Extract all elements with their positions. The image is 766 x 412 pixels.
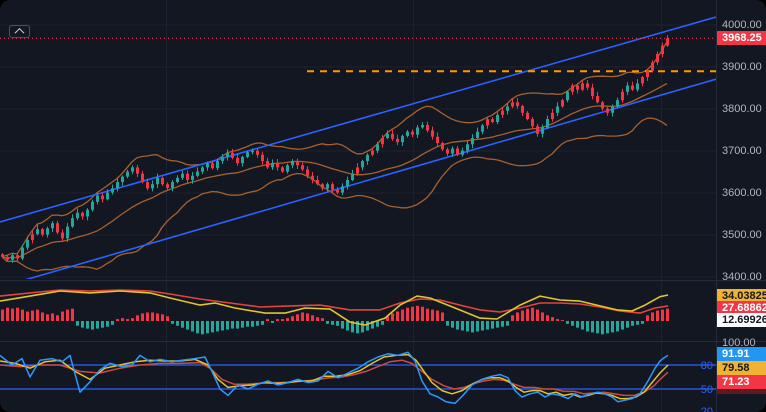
stoch-value-label: 91.91 <box>717 347 766 361</box>
level-label: 20 <box>701 406 713 412</box>
chart-canvas[interactable]: 80 50 20 <box>0 0 766 412</box>
price-tick-label: 4000.00 <box>722 19 762 31</box>
chevron-up-icon <box>14 27 25 38</box>
price-tick-label: 3800.00 <box>722 103 762 115</box>
macd-value-label: 12.69926 <box>717 313 766 327</box>
trading-chart-window: 80 50 20 4000.00 3900.00 3800.00 3700.00 3600.… <box>0 0 766 412</box>
level-label: 50 <box>701 384 713 396</box>
price-tick-label: 3900.00 <box>722 61 762 73</box>
price-tick-label: 3400.00 <box>722 271 762 283</box>
price-axis[interactable]: 4000.00 3900.00 3800.00 3700.00 3600.00 3500.… <box>717 0 766 412</box>
stoch-value-label: 79.58 <box>717 361 766 375</box>
partial-label-strip <box>717 389 766 394</box>
price-tick-label: 3700.00 <box>722 145 762 157</box>
price-tick-label: 3500.00 <box>722 229 762 241</box>
last-price-label: 3968.25 <box>717 31 766 46</box>
level-label: 80 <box>701 360 713 372</box>
stoch-value-label: 71.23 <box>717 375 766 389</box>
pane-collapse-toggle-button[interactable] <box>9 25 30 38</box>
price-tick-label: 3600.00 <box>722 187 762 199</box>
